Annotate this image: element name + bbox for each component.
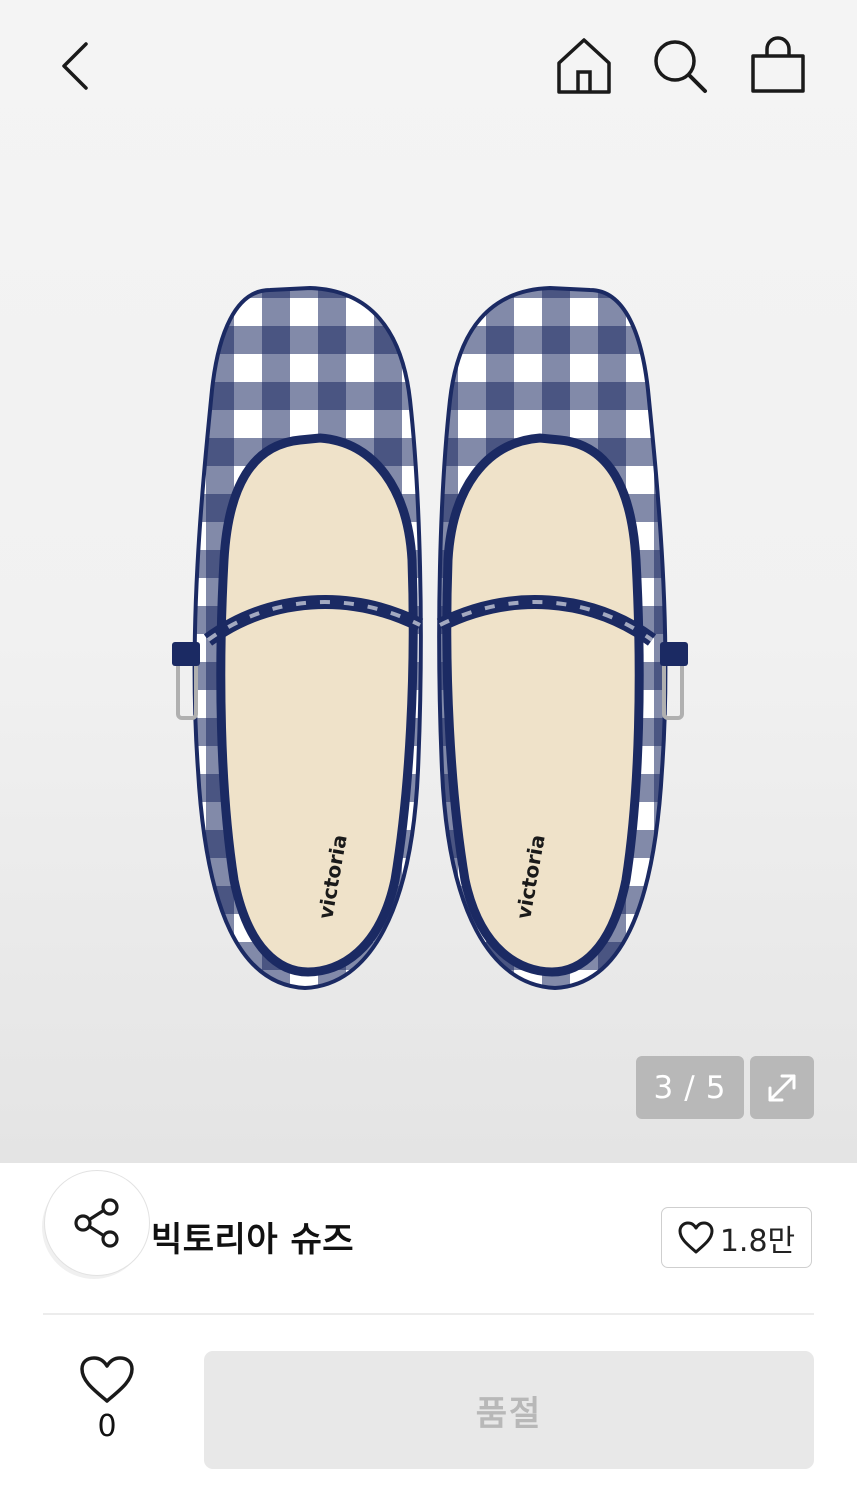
image-counter-total: 5 <box>705 1069 727 1106</box>
wishlist-count: 0 <box>97 1409 117 1444</box>
shopping-bag-icon <box>751 36 805 93</box>
brand-like-count: 1.8만 <box>719 1223 796 1259</box>
image-counter-current: 3 <box>653 1069 675 1106</box>
share-icon <box>74 1198 119 1248</box>
brand-like-button[interactable]: 1.8만 <box>661 1207 812 1268</box>
expand-arrows-icon <box>768 1074 796 1101</box>
divider <box>43 1313 814 1315</box>
product-gallery[interactable]: victoria victoria 3 / 5 <box>0 0 857 1163</box>
search-icon <box>654 40 707 93</box>
wishlist-button[interactable]: 0 <box>64 1355 150 1465</box>
search-button[interactable] <box>650 36 710 96</box>
expand-image-button[interactable] <box>750 1056 814 1119</box>
heart-outline-icon <box>80 1356 134 1403</box>
soldout-button[interactable]: 품절 <box>204 1351 814 1469</box>
home-button[interactable] <box>554 36 614 96</box>
share-button[interactable] <box>44 1170 150 1276</box>
heart-outline-icon <box>678 1221 714 1253</box>
chevron-left-icon <box>62 42 88 90</box>
home-icon <box>557 38 611 94</box>
image-counter-separator: / <box>684 1069 696 1106</box>
product-image: victoria victoria <box>172 285 688 991</box>
image-counter-badge: 3 / 5 <box>636 1056 744 1119</box>
brand-name-link[interactable]: 빅토리아 슈즈 <box>151 1212 354 1261</box>
back-button[interactable] <box>52 40 100 92</box>
cart-button[interactable] <box>748 35 808 95</box>
